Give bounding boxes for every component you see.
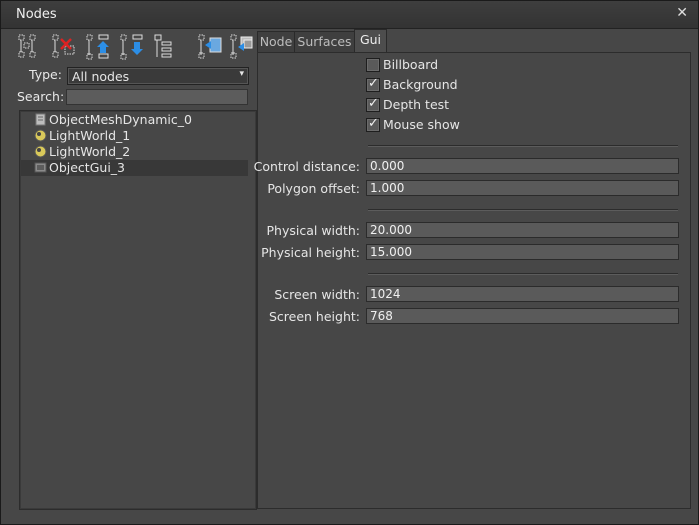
node-list-button[interactable] [153, 33, 179, 61]
move-down-icon [120, 34, 143, 60]
light-world-icon [34, 129, 47, 142]
check-icon: ✓ [368, 116, 379, 131]
remove-node-button[interactable] [51, 33, 77, 61]
gui-panel: Billboard ✓ Background ✓ Depth test ✓ Mo… [253, 52, 691, 509]
node-properties-pane: Node Surfaces Gui Billboard ✓ Background… [253, 29, 691, 509]
light-world-icon [34, 145, 47, 158]
add-node-icon [18, 34, 36, 58]
checkbox-label: Billboard [383, 57, 439, 72]
tree-item-objectgui-3[interactable]: ObjectGui_3 [21, 160, 248, 176]
checkbox-label: Background [383, 77, 458, 92]
checkbox-box: ✓ [366, 96, 380, 112]
divider [368, 209, 678, 211]
type-dropdown-value: All nodes [72, 69, 130, 84]
divider [368, 273, 678, 275]
nodes-window: Nodes ✕ Type: All nodes ▾ Search: Object… [0, 0, 699, 525]
mesh-icon [35, 113, 46, 126]
gui-object-icon [34, 162, 47, 173]
checkbox-box: ✓ [366, 116, 380, 132]
search-label: Search: [17, 89, 65, 104]
polygon-offset-label: Polygon offset: [267, 181, 360, 196]
move-down-button[interactable] [119, 33, 145, 61]
tree-item-objectmeshdynamic-0[interactable]: ObjectMeshDynamic_0 [21, 112, 248, 128]
checkbox-label: Depth test [383, 97, 450, 112]
import-node-icon [198, 34, 222, 59]
physical-width-field[interactable]: 20.000 [366, 222, 679, 238]
tree-item-lightworld-2[interactable]: LightWorld_2 [21, 144, 248, 160]
control-distance-label: Control distance: [253, 159, 360, 174]
tree-item-label: LightWorld_1 [49, 128, 131, 143]
physical-height-field[interactable]: 15.000 [366, 244, 679, 260]
remove-node-icon [52, 34, 75, 58]
add-node-button[interactable] [17, 33, 43, 61]
divider [368, 145, 678, 147]
type-label: Type: [29, 67, 62, 82]
type-dropdown[interactable]: All nodes ▾ [67, 67, 249, 85]
tab-gui[interactable]: Gui [354, 29, 387, 53]
import-node-button[interactable] [197, 33, 223, 61]
tree-item-label: ObjectMeshDynamic_0 [49, 112, 192, 127]
tree-item-lightworld-1[interactable]: LightWorld_1 [21, 128, 248, 144]
screen-height-field[interactable]: 768 [366, 308, 679, 324]
move-up-icon [86, 34, 109, 60]
node-list-pane: Type: All nodes ▾ Search: ObjectMeshDyna… [9, 29, 257, 510]
physical-height-label: Physical height: [261, 245, 360, 260]
move-up-button[interactable] [85, 33, 111, 61]
chevron-down-icon: ▾ [239, 69, 244, 79]
control-distance-field[interactable]: 0.000 [366, 158, 679, 174]
physical-width-label: Physical width: [266, 223, 361, 238]
screen-height-label: Screen height: [268, 309, 360, 324]
tree-item-label: ObjectGui_3 [49, 160, 125, 175]
search-input[interactable] [66, 89, 248, 105]
tab-node[interactable]: Node [257, 31, 295, 52]
close-icon[interactable]: ✕ [676, 5, 688, 21]
checkbox-box [366, 58, 380, 72]
screen-width-field[interactable]: 1024 [366, 286, 679, 302]
tree-item-label: LightWorld_2 [49, 144, 131, 159]
check-icon: ✓ [368, 96, 379, 111]
export-node-icon [230, 34, 253, 59]
checkbox-label: Mouse show [383, 117, 460, 132]
check-icon: ✓ [368, 76, 379, 91]
title-bar: Nodes ✕ [1, 1, 698, 29]
node-tree[interactable]: ObjectMeshDynamic_0 LightWorld_1 LightWo… [19, 110, 257, 510]
node-list-icon [154, 34, 172, 58]
window-title: Nodes [16, 7, 57, 22]
tab-surfaces[interactable]: Surfaces [294, 31, 355, 52]
polygon-offset-field[interactable]: 1.000 [366, 180, 679, 196]
export-node-button[interactable] [229, 33, 255, 61]
property-tabs: Node Surfaces Gui [257, 29, 691, 53]
screen-width-label: Screen width: [274, 287, 360, 302]
checkbox-box: ✓ [366, 76, 380, 92]
